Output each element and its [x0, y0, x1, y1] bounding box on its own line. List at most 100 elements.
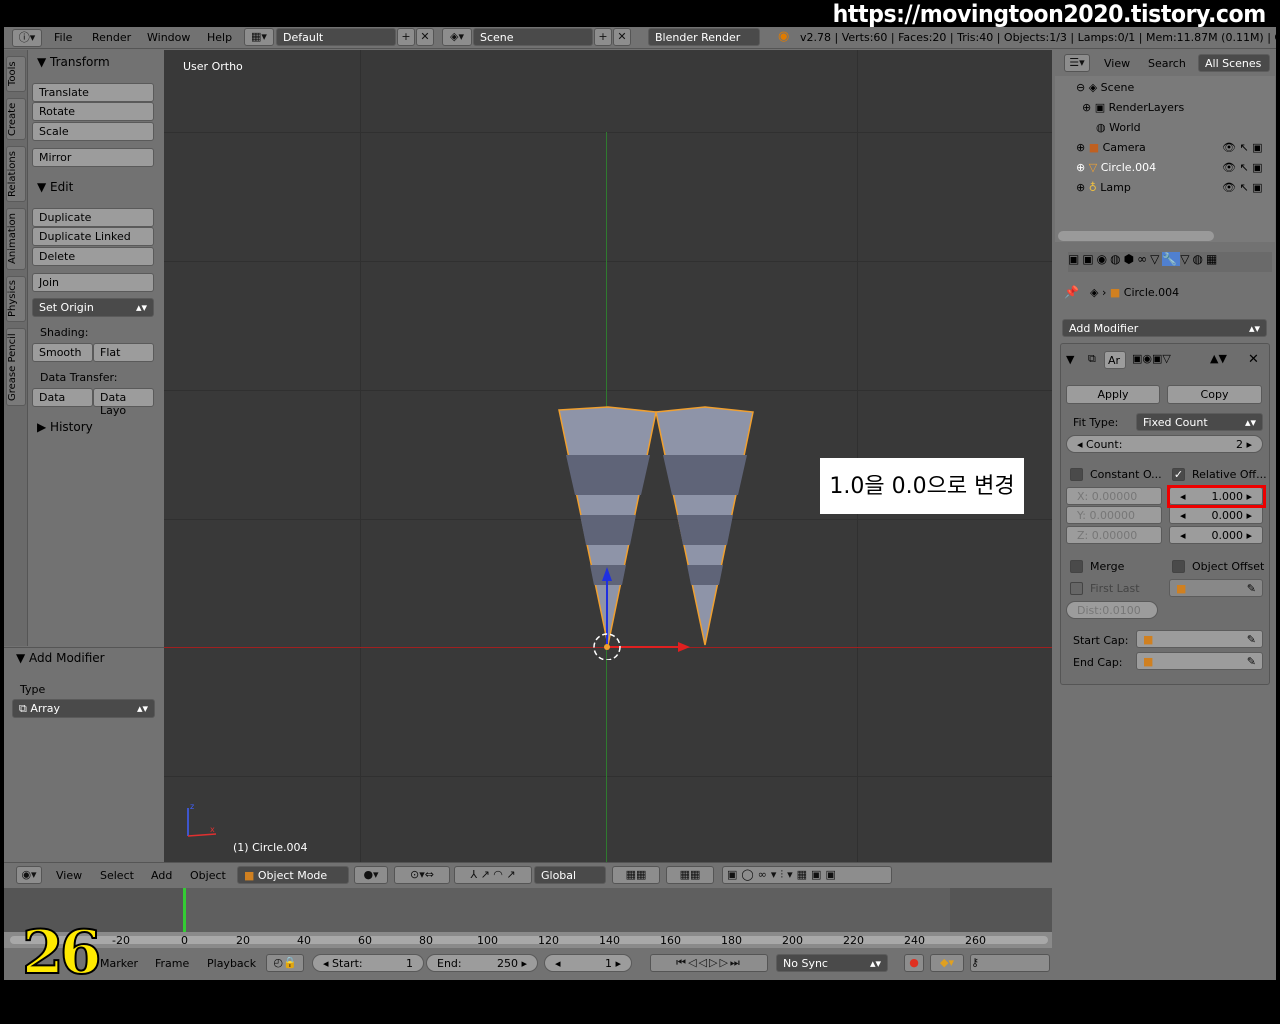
relative-z-field[interactable]: ◂ 0.000 ▸ [1169, 526, 1263, 544]
modifier-name-field[interactable]: Ar [1104, 351, 1126, 369]
smooth-button[interactable]: Smooth [32, 343, 93, 362]
end-cap-field[interactable]: ■ ✎ [1136, 652, 1263, 670]
duplicate-button[interactable]: Duplicate [32, 208, 154, 227]
scene-icon[interactable]: ◈▾ [442, 28, 472, 46]
join-button[interactable]: Join [32, 273, 154, 292]
close-layout-icon[interactable]: ✕ [416, 28, 434, 46]
tab-animation[interactable]: Animation [6, 208, 26, 270]
record-icon[interactable]: ● [904, 954, 924, 972]
outliner-item-lamp[interactable]: ⊕ ♁ Lamp [1076, 181, 1131, 194]
merge-distance-field[interactable]: Dist:0.0100 [1066, 601, 1158, 619]
menu-window[interactable]: Window [147, 31, 190, 44]
pin-icon[interactable]: 📌 [1064, 285, 1079, 299]
data-button[interactable]: Data [32, 388, 93, 407]
tab-create[interactable]: Create [6, 98, 26, 140]
screen-layout-icon[interactable]: ▦▾ [244, 28, 274, 46]
edit-panel-header[interactable]: ▼ Edit [37, 180, 73, 194]
viewport-view-menu[interactable]: View [56, 869, 82, 882]
info-editor-icon[interactable]: ⓘ▾ [12, 29, 42, 47]
visibility-eye-icon[interactable]: 👁 ↖ ▣ [1222, 141, 1263, 154]
history-panel-header[interactable]: ▶ History [37, 420, 93, 434]
operator-header[interactable]: ▼ Add Modifier [16, 651, 105, 665]
visibility-eye-icon[interactable]: 👁 ↖ ▣ [1222, 161, 1263, 174]
scale-button[interactable]: Scale [32, 122, 154, 141]
keying-set-icon[interactable]: ⚷ [970, 954, 1050, 972]
constant-x-field[interactable]: X: 0.00000 [1066, 487, 1162, 505]
eyedropper-icon[interactable]: ✎ [1247, 633, 1256, 646]
eyedropper-icon[interactable]: ✎ [1247, 582, 1256, 595]
outliner-search-menu[interactable]: Search [1148, 57, 1186, 70]
add-modifier-select[interactable]: Add Modifier ▴▾ [1062, 319, 1267, 337]
outliner-item-renderlayers[interactable]: ⊕ ▣ RenderLayers [1082, 101, 1184, 114]
type-select[interactable]: ⧉ Array ▴▾ [12, 699, 155, 718]
timeline-playback-menu[interactable]: Playback [207, 957, 256, 970]
fit-type-select[interactable]: Fixed Count ▴▾ [1136, 413, 1263, 431]
viewport-editor-icon[interactable]: ◉▾ [16, 866, 42, 884]
outliner-view-menu[interactable]: View [1104, 57, 1130, 70]
outliner-item-world[interactable]: ◍ World [1096, 121, 1141, 134]
scene-field[interactable]: Scene [473, 28, 593, 46]
translate-button[interactable]: Translate [32, 83, 154, 102]
outliner-editor-icon[interactable]: ☰▾ [1064, 54, 1090, 72]
eyedropper-icon[interactable]: ✎ [1247, 655, 1256, 668]
rotate-button[interactable]: Rotate [32, 102, 154, 121]
shading-mode-icon[interactable]: ●▾ [354, 866, 388, 884]
relative-y-field[interactable]: ◂ 0.000 ▸ [1169, 506, 1263, 524]
mirror-button[interactable]: Mirror [32, 148, 154, 167]
close-scene-icon[interactable]: ✕ [613, 28, 631, 46]
visibility-eye-icon[interactable]: 👁 ↖ ▣ [1222, 181, 1263, 194]
offset-object-field[interactable]: ■ ✎ [1169, 579, 1263, 597]
manipulator-icons[interactable]: ⅄ ↗ ◠ ↗ [454, 866, 532, 884]
keyframe-icon[interactable]: ◆▾ [930, 954, 964, 972]
pivot-icon[interactable]: ⊙▾⇔ [394, 866, 450, 884]
menu-help[interactable]: Help [207, 31, 232, 44]
orientation-select[interactable]: Global [534, 866, 606, 884]
timeline-frame-menu[interactable]: Frame [155, 957, 189, 970]
relative-offset-checkbox[interactable]: ✓ [1172, 468, 1185, 481]
viewport-add-menu[interactable]: Add [151, 869, 172, 882]
sync-select[interactable]: No Sync ▴▾ [776, 954, 888, 972]
duplicate-linked-button[interactable]: Duplicate Linked [32, 227, 154, 246]
timeline-scrollbar[interactable] [10, 936, 1048, 944]
copy-button[interactable]: Copy [1167, 385, 1262, 404]
modifier-wrench-icon[interactable]: 🔧 [1162, 252, 1181, 266]
add-layout-icon[interactable]: + [397, 28, 415, 46]
collapse-chevron-icon[interactable]: ▼ [1066, 353, 1074, 366]
tab-tools[interactable]: Tools [6, 56, 26, 92]
modifier-visibility-icons[interactable]: ▣◉▣▽ [1132, 352, 1171, 365]
playback-controls[interactable]: ⏮◁◁▷▷⏭ [650, 954, 768, 972]
first-last-checkbox[interactable] [1070, 582, 1083, 595]
snap-render-icons[interactable]: ▣◯∞▾⫶▾▦▣▣ [722, 866, 892, 884]
outliner-item-scene[interactable]: ⊖ ◈ Scene [1076, 81, 1134, 94]
display-mode-select[interactable]: All Scenes [1198, 54, 1270, 72]
tab-grease-pencil[interactable]: Grease Pencil [6, 328, 26, 406]
outliner-item-circle[interactable]: ⊕ ▽ Circle.004 [1076, 161, 1156, 174]
current-frame-field[interactable]: ◂ 1 ▸ [544, 954, 632, 972]
menu-file[interactable]: File [54, 31, 72, 44]
remove-modifier-icon[interactable]: ✕ [1248, 352, 1259, 367]
tab-physics[interactable]: Physics [6, 276, 26, 322]
array-mesh[interactable] [540, 395, 770, 660]
properties-context-tabs[interactable]: ▣▣◉◍⬢∞▽🔧▽◍▦ [1068, 252, 1272, 272]
add-scene-icon[interactable]: + [594, 28, 612, 46]
start-cap-field[interactable]: ■ ✎ [1136, 630, 1263, 648]
viewport-select-menu[interactable]: Select [100, 869, 134, 882]
apply-button[interactable]: Apply [1066, 385, 1160, 404]
set-origin-select[interactable]: Set Origin ▴▾ [32, 298, 154, 317]
merge-checkbox[interactable] [1070, 560, 1083, 573]
mode-select[interactable]: ■ Object Mode [237, 866, 349, 884]
start-frame-field[interactable]: ◂ Start: 1 [312, 954, 424, 972]
render-engine-select[interactable]: Blender Render [648, 28, 760, 46]
object-offset-checkbox[interactable] [1172, 560, 1185, 573]
timeline-lock-icons[interactable]: ◴🔒 [266, 954, 304, 972]
current-frame-indicator[interactable] [183, 888, 186, 934]
count-field[interactable]: ◂ Count: 2 ▸ [1066, 435, 1263, 453]
constant-offset-checkbox[interactable] [1070, 468, 1083, 481]
transform-panel-header[interactable]: ▼ Transform [37, 55, 110, 69]
outliner-item-camera[interactable]: ⊕ ■ Camera [1076, 141, 1146, 154]
layout-field[interactable]: Default [276, 28, 396, 46]
layer-grid-right[interactable]: ▦▦ [666, 866, 714, 884]
constant-z-field[interactable]: Z: 0.00000 [1066, 526, 1162, 544]
delete-button[interactable]: Delete [32, 247, 154, 266]
viewport-object-menu[interactable]: Object [190, 869, 226, 882]
